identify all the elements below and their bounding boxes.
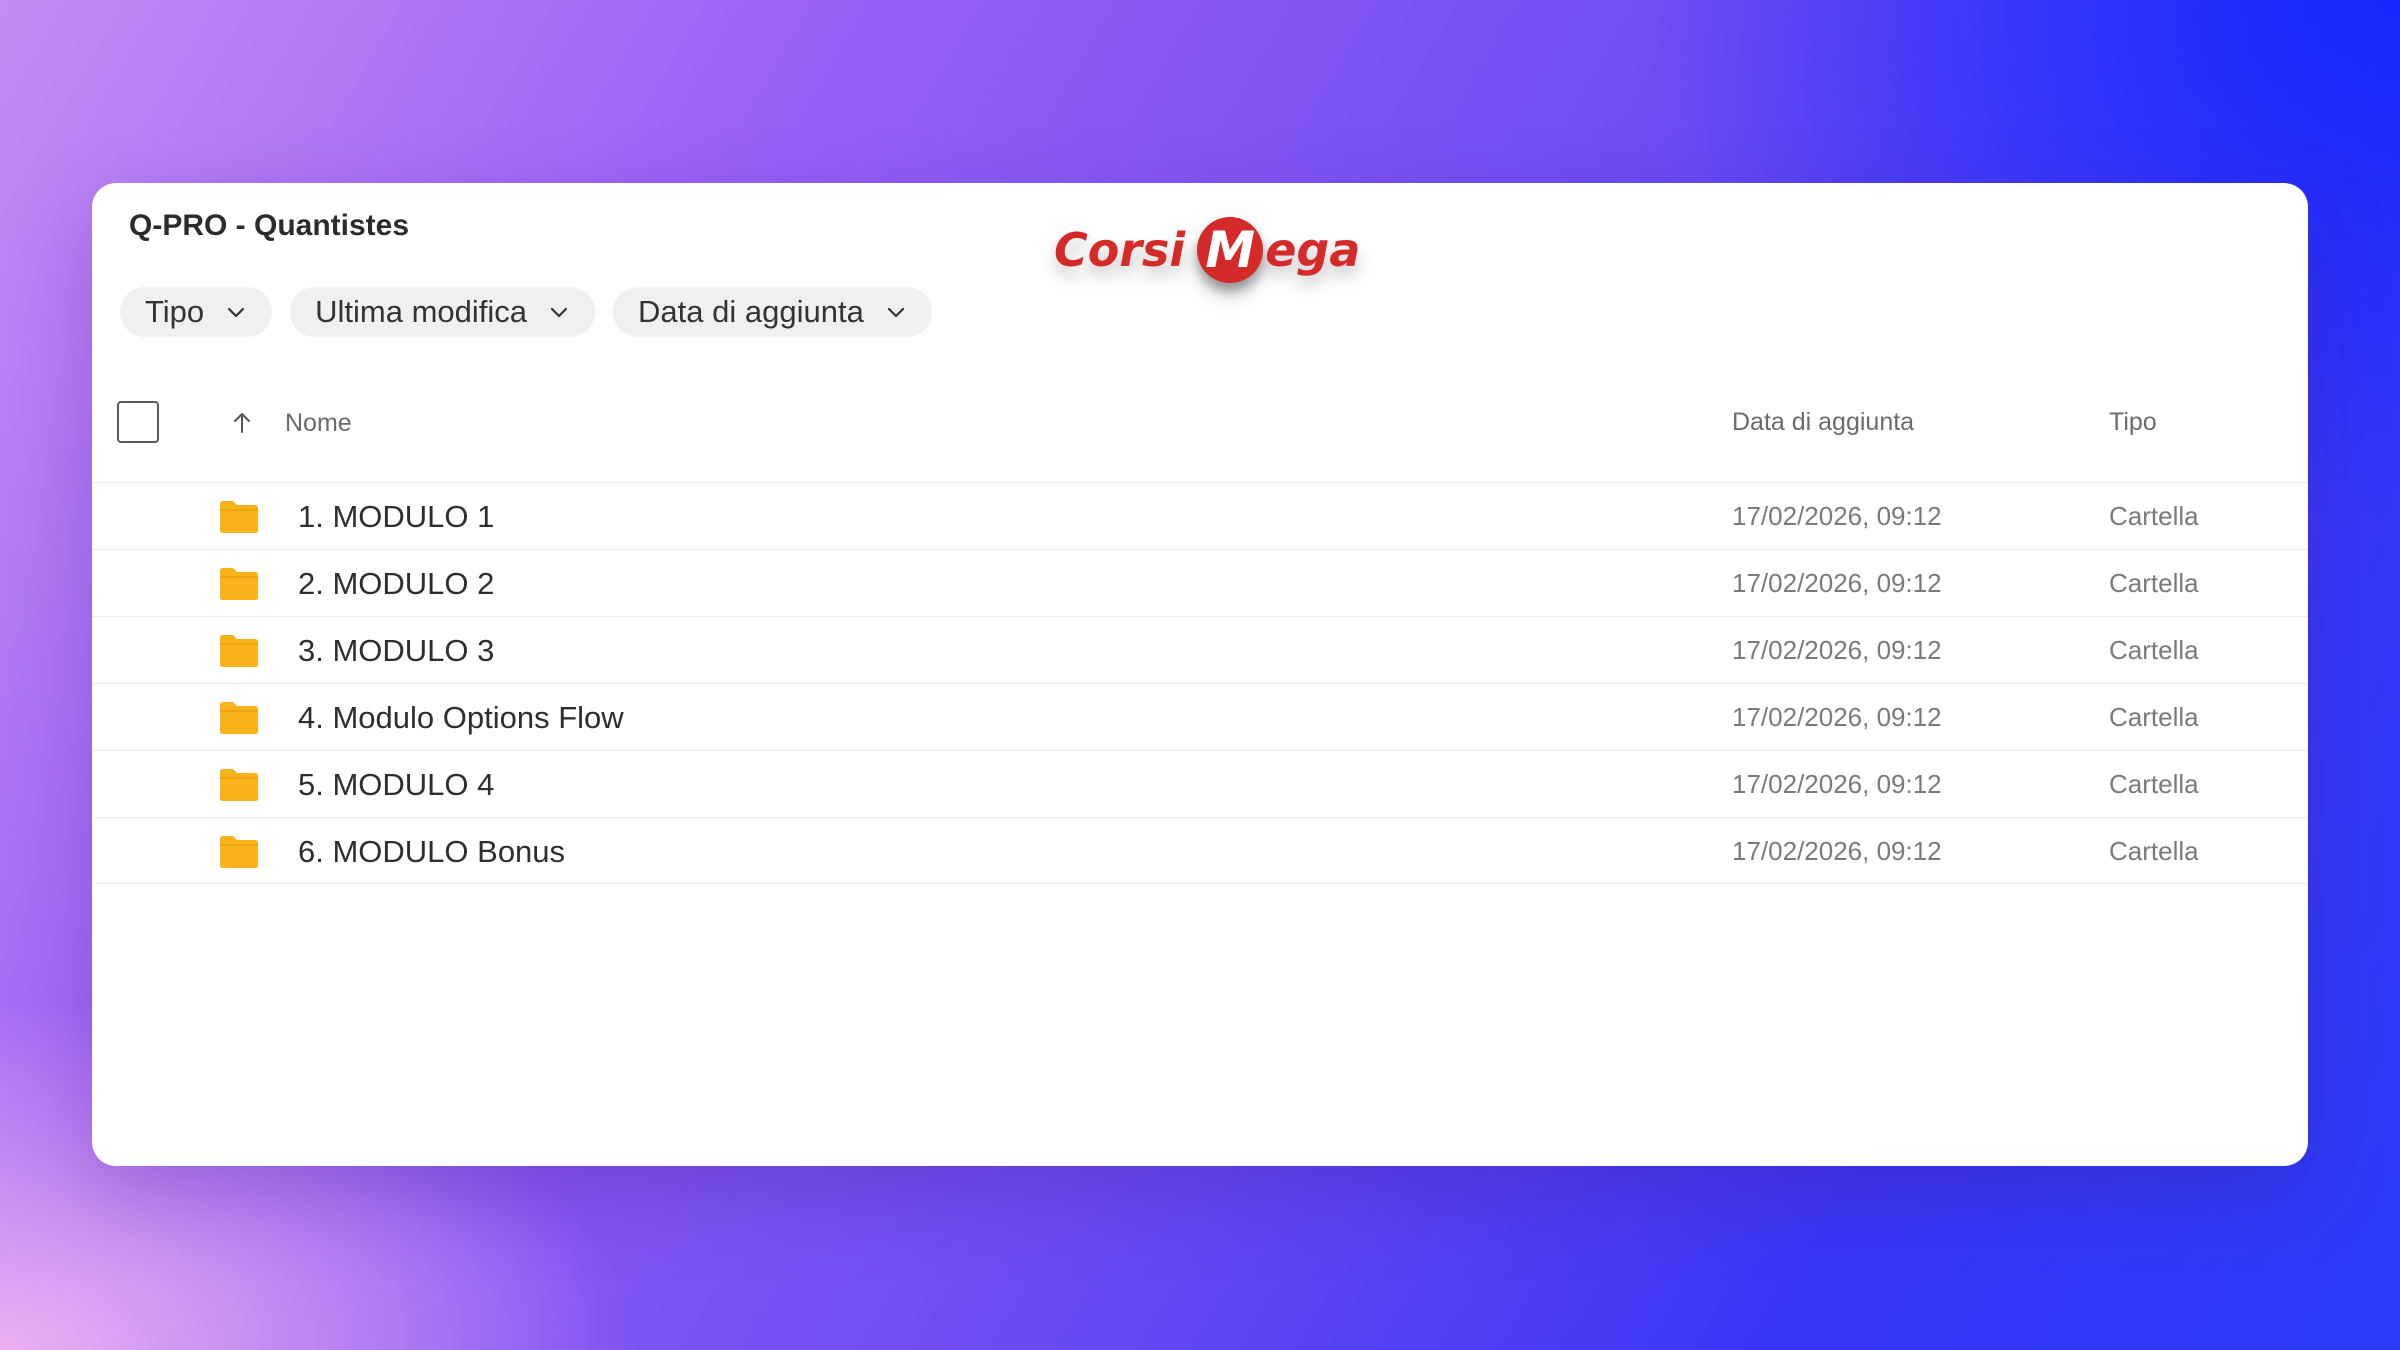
file-list: 1. MODULO 1 17/02/2026, 09:12 Cartella 2… bbox=[92, 482, 2308, 884]
row-type: Cartella bbox=[2109, 769, 2199, 799]
file-browser-panel: Q-PRO - Quantistes Corsi M ega Tipo Ulti… bbox=[92, 183, 2308, 1166]
filter-last-modified-dropdown[interactable]: Ultima modifica bbox=[290, 287, 596, 337]
table-row[interactable]: 2. MODULO 2 17/02/2026, 09:12 Cartella bbox=[92, 549, 2308, 616]
page-title: Q-PRO - Quantistes bbox=[129, 209, 410, 242]
table-row[interactable]: 3. MODULO 3 17/02/2026, 09:12 Cartella bbox=[92, 616, 2308, 683]
table-header: Nome Data di aggiunta Tipo bbox=[92, 393, 2308, 463]
arrow-up-icon[interactable] bbox=[228, 409, 256, 437]
logo-text-ega: ega bbox=[1265, 223, 1361, 277]
table-row[interactable]: 6. MODULO Bonus 17/02/2026, 09:12 Cartel… bbox=[92, 817, 2308, 884]
row-date-added: 17/02/2026, 09:12 bbox=[1732, 501, 1942, 531]
watermark-logo: Corsi M ega bbox=[1054, 215, 1360, 285]
logo-circle-m: M bbox=[1197, 217, 1264, 283]
folder-icon bbox=[219, 835, 259, 869]
row-name: 2. MODULO 2 bbox=[298, 566, 495, 601]
row-date-added: 17/02/2026, 09:12 bbox=[1732, 635, 1942, 665]
filter-last-modified-label: Ultima modifica bbox=[315, 294, 528, 329]
select-all-checkbox[interactable] bbox=[117, 401, 159, 443]
row-date-added: 17/02/2026, 09:12 bbox=[1732, 702, 1942, 732]
row-type: Cartella bbox=[2109, 836, 2199, 866]
row-type: Cartella bbox=[2109, 635, 2199, 665]
row-type: Cartella bbox=[2109, 568, 2199, 598]
column-header-date-added[interactable]: Data di aggiunta bbox=[1732, 408, 1914, 437]
folder-icon bbox=[219, 768, 259, 802]
row-name: 5. MODULO 4 bbox=[298, 767, 495, 802]
row-date-added: 17/02/2026, 09:12 bbox=[1732, 836, 1942, 866]
row-type: Cartella bbox=[2109, 702, 2199, 732]
row-date-added: 17/02/2026, 09:12 bbox=[1732, 568, 1942, 598]
column-header-name[interactable]: Nome bbox=[285, 409, 352, 438]
row-name: 3. MODULO 3 bbox=[298, 633, 495, 668]
column-header-type[interactable]: Tipo bbox=[2109, 408, 2157, 437]
table-row[interactable]: 4. Modulo Options Flow 17/02/2026, 09:12… bbox=[92, 683, 2308, 750]
folder-icon bbox=[219, 500, 259, 534]
folder-icon bbox=[219, 634, 259, 668]
filter-type-label: Tipo bbox=[145, 294, 205, 329]
chevron-down-icon bbox=[547, 300, 571, 324]
table-row[interactable]: 5. MODULO 4 17/02/2026, 09:12 Cartella bbox=[92, 750, 2308, 817]
chevron-down-icon bbox=[884, 300, 908, 324]
row-date-added: 17/02/2026, 09:12 bbox=[1732, 769, 1942, 799]
folder-icon bbox=[219, 567, 259, 601]
row-name: 6. MODULO Bonus bbox=[298, 834, 566, 869]
filter-date-added-label: Data di aggiunta bbox=[638, 294, 864, 329]
row-name: 4. Modulo Options Flow bbox=[298, 700, 624, 735]
filter-date-added-dropdown[interactable]: Data di aggiunta bbox=[613, 287, 932, 337]
logo-text-corsi: Corsi bbox=[1054, 223, 1186, 277]
chevron-down-icon bbox=[224, 300, 248, 324]
filter-type-dropdown[interactable]: Tipo bbox=[120, 287, 273, 337]
row-type: Cartella bbox=[2109, 501, 2199, 531]
table-row[interactable]: 1. MODULO 1 17/02/2026, 09:12 Cartella bbox=[92, 482, 2308, 549]
folder-icon bbox=[219, 701, 259, 735]
row-name: 1. MODULO 1 bbox=[298, 499, 495, 534]
filter-bar: Tipo Ultima modifica Data di aggiunta bbox=[120, 287, 932, 337]
